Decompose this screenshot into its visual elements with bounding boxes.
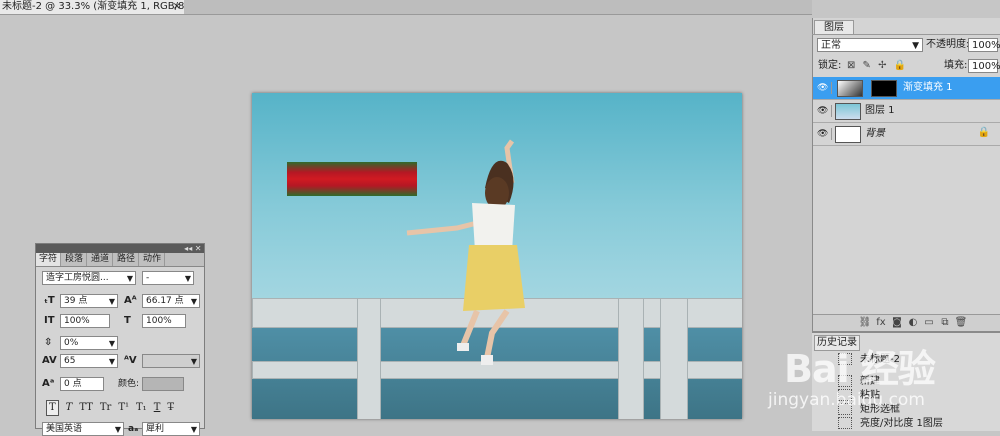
layer-name: 背景 xyxy=(865,128,885,139)
chevron-down-icon: ▼ xyxy=(190,425,197,434)
document-canvas[interactable] xyxy=(252,93,742,419)
baseline-shift-input[interactable]: 0 点 xyxy=(60,377,104,391)
language-select[interactable]: 美国英语 ▼ xyxy=(42,422,124,436)
kerning-icon: ᴬV xyxy=(124,355,137,366)
chevron-down-icon: ▼ xyxy=(114,425,121,434)
character-panel: ◂◂ ✕ 字符 段落 通道 路径 动作 造字工房悦圆... ▼ - ▼ ₜT 39 … xyxy=(35,243,205,436)
leading-icon: Aᴬ xyxy=(124,295,137,306)
layer-row-background[interactable]: 👁 背景 🔒 xyxy=(813,123,1000,146)
chevron-down-icon: ▼ xyxy=(184,274,191,283)
horizontal-scale-input[interactable]: 100% xyxy=(142,314,186,328)
mask-thumbnail xyxy=(871,80,897,97)
antialias-value: 犀利 xyxy=(146,424,165,434)
layer-row-gradient-fill[interactable]: 👁 渐变填充 1 xyxy=(813,77,1000,100)
opacity-input[interactable]: 100% xyxy=(968,38,1000,52)
lock-buttons[interactable]: ⊠ ✎ ✢ 🔒 xyxy=(847,59,908,73)
subscript-button[interactable]: T₁ xyxy=(136,401,147,415)
tracking-input[interactable]: 65 ▼ xyxy=(60,354,118,368)
photo-post xyxy=(660,298,688,419)
photo-post xyxy=(357,298,381,419)
chevron-down-icon: ▼ xyxy=(108,357,115,366)
tsume-input[interactable]: 0% ▼ xyxy=(60,336,118,350)
antialias-icon: aₐ xyxy=(128,424,139,434)
watermark-logo: Bai 经验 xyxy=(784,347,936,391)
panel-titlebar[interactable]: ◂◂ ✕ xyxy=(36,244,204,253)
fill-input[interactable]: 100% xyxy=(968,59,1000,73)
kerning-select[interactable]: ▼ xyxy=(142,354,200,368)
photo-thumbnail xyxy=(835,103,861,120)
faux-italic-button[interactable]: T xyxy=(66,401,73,415)
tab-paths[interactable]: 路径 xyxy=(114,253,140,266)
eye-icon[interactable]: 👁 xyxy=(817,105,832,117)
tab-strip xyxy=(184,0,812,15)
tab-actions[interactable]: 动作 xyxy=(140,253,166,266)
eye-icon[interactable]: 👁 xyxy=(817,82,832,94)
fill-label: 填充: xyxy=(944,60,968,71)
background-thumbnail xyxy=(835,126,861,143)
tab-character[interactable]: 字符 xyxy=(36,253,62,266)
tracking-icon: AV xyxy=(42,355,57,366)
text-style-buttons: T T TT Tr T¹ T₁ T T̶ xyxy=(46,400,181,416)
opacity-label: 不透明度: xyxy=(926,39,970,50)
watermark: Bai 经验 jingyan.baidu.com xyxy=(760,318,1000,429)
document-tab[interactable]: 未标题-2 @ 33.3% (渐变填充 1, RGB/8) * × xyxy=(0,0,186,15)
blend-mode-value: 正常 xyxy=(821,40,841,51)
tab-channels[interactable]: 通道 xyxy=(88,253,114,266)
chevron-down-icon: ▼ xyxy=(912,41,919,51)
horizontal-scale-icon: T xyxy=(124,315,131,326)
leading-value: 66.17 点 xyxy=(146,296,184,306)
font-family-value: 造字工房悦圆... xyxy=(46,273,109,283)
chevron-down-icon: ▼ xyxy=(190,297,197,306)
color-label: 颜色: xyxy=(118,379,140,389)
watermark-url: jingyan.baidu.com xyxy=(768,390,925,410)
document-title: 未标题-2 @ 33.3% (渐变填充 1, RGB/8) * xyxy=(2,1,186,12)
tsume-value: 0% xyxy=(64,338,79,348)
font-size-input[interactable]: 39 点 ▼ xyxy=(60,294,118,308)
photo-jumping-girl xyxy=(406,139,525,365)
layer-name: 渐变填充 1 xyxy=(903,82,953,93)
gradient-fill-rectangle xyxy=(287,162,417,196)
chevron-down-icon: ▼ xyxy=(108,339,115,348)
faux-bold-button[interactable]: T xyxy=(46,400,59,416)
baseline-percent-icon: ⇳ xyxy=(44,337,53,348)
all-caps-button[interactable]: TT xyxy=(79,401,93,415)
font-family-select[interactable]: 造字工房悦圆... ▼ xyxy=(42,271,136,285)
character-tabs: 字符 段落 通道 路径 动作 xyxy=(36,253,204,267)
chevron-down-icon: ▼ xyxy=(108,297,115,306)
photo-post xyxy=(618,298,644,419)
lock-icon: 🔒 xyxy=(977,127,990,138)
font-style-value: - xyxy=(146,273,150,283)
superscript-button[interactable]: T¹ xyxy=(118,401,129,415)
antialias-select[interactable]: 犀利 ▼ xyxy=(142,422,200,436)
chevron-down-icon: ▼ xyxy=(190,357,197,366)
font-size-icon: ₜT xyxy=(44,295,55,306)
layer-row-layer1[interactable]: 👁 图层 1 xyxy=(813,100,1000,123)
small-caps-button[interactable]: Tr xyxy=(100,401,111,415)
underline-button[interactable]: T xyxy=(154,401,161,415)
tracking-value: 65 xyxy=(64,356,76,366)
blend-mode-select[interactable]: 正常 ▼ xyxy=(817,38,923,52)
lock-label: 锁定: xyxy=(818,60,842,71)
eye-icon[interactable]: 👁 xyxy=(817,128,832,140)
font-style-select[interactable]: - ▼ xyxy=(142,271,194,285)
font-size-value: 39 点 xyxy=(64,296,88,306)
chevron-down-icon: ▼ xyxy=(126,274,133,283)
close-icon[interactable]: × xyxy=(173,0,181,14)
vertical-scale-icon: IT xyxy=(44,315,55,326)
strikethrough-button[interactable]: T̶ xyxy=(167,401,174,415)
tab-paragraph[interactable]: 段落 xyxy=(62,253,88,266)
gradient-thumbnail xyxy=(837,80,863,97)
tab-layers[interactable]: 图层 xyxy=(814,20,854,35)
baseline-shift-icon: Aᵃ xyxy=(42,378,55,389)
language-value: 美国英语 xyxy=(46,424,83,434)
leading-input[interactable]: 66.17 点 ▼ xyxy=(142,294,200,308)
vertical-scale-input[interactable]: 100% xyxy=(60,314,110,328)
panel-divider xyxy=(812,34,1000,35)
layer-name: 图层 1 xyxy=(865,105,895,116)
text-color-swatch[interactable] xyxy=(142,377,184,391)
